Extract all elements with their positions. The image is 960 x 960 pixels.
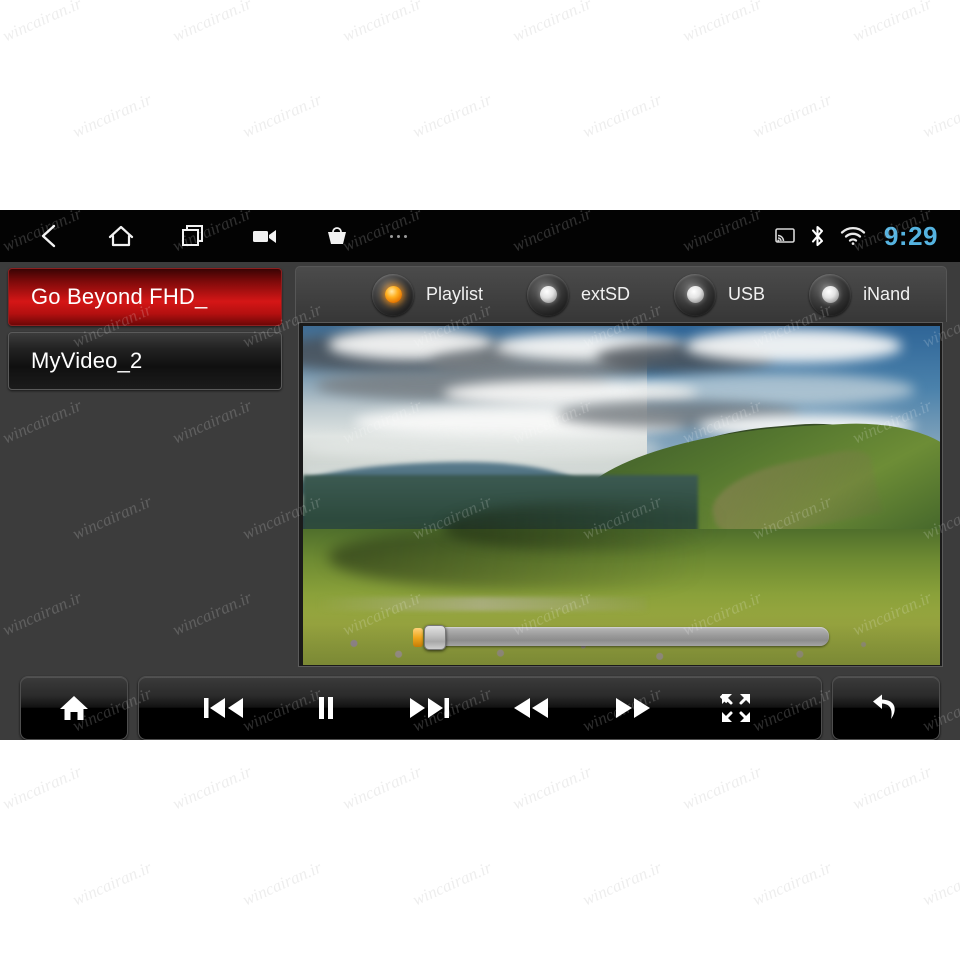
- seek-thumb[interactable]: [424, 625, 446, 650]
- home-icon: [60, 696, 88, 720]
- next-track-icon: [409, 698, 449, 718]
- watermark-text: wincairan.ir: [849, 0, 935, 46]
- watermark-text: wincairan.ir: [509, 761, 595, 814]
- watermark-text: wincairan.ir: [169, 761, 255, 814]
- video-seek-bar[interactable]: [411, 625, 829, 650]
- dot: [390, 234, 393, 238]
- video-surface[interactable]: [303, 326, 940, 665]
- watermark-text: wincairan.ir: [409, 857, 495, 910]
- page-root: wincairan.ir wincairan.ir wincairan.ir winc…: [0, 0, 960, 960]
- source-option-usb[interactable]: USB: [674, 273, 766, 316]
- watermark-text: wincairan.ir: [339, 761, 425, 814]
- seek-track[interactable]: [429, 627, 829, 646]
- watermark-text: wincairan.ir: [579, 89, 665, 142]
- watermark-text: wincairan.ir: [509, 0, 595, 46]
- transport-controls: [138, 676, 822, 740]
- watermark-text: wincairan.ir: [69, 857, 155, 910]
- dot: [404, 234, 407, 238]
- pause-icon: [319, 697, 334, 719]
- playlist-item-1[interactable]: MyVideo_2: [8, 332, 282, 390]
- basket-icon[interactable]: [318, 217, 356, 255]
- watermark-text: wincairan.ir: [69, 89, 155, 142]
- previous-track-icon: [204, 698, 244, 718]
- watermark-text: wincairan.ir: [919, 857, 960, 910]
- watermark-text: wincairan.ir: [679, 761, 765, 814]
- watermark-text: wincairan.ir: [409, 89, 495, 142]
- android-status-bar: 9:29: [0, 210, 960, 262]
- watermark-text: wincairan.ir: [239, 89, 325, 142]
- rewind-icon: [514, 698, 549, 718]
- source-label: extSD: [581, 284, 631, 304]
- watermark-text: wincairan.ir: [169, 0, 255, 46]
- home-button[interactable]: [20, 676, 128, 740]
- watermark-text: wincairan.ir: [919, 89, 960, 142]
- playlist-item-label: Go Beyond FHD_: [31, 284, 208, 309]
- radio-led-icon: [809, 273, 852, 316]
- watermark-text: wincairan.ir: [749, 857, 835, 910]
- return-arrow-icon: [873, 694, 895, 719]
- more-icon[interactable]: [390, 210, 407, 262]
- camcorder-icon[interactable]: [246, 217, 284, 255]
- radio-led-icon: [674, 273, 717, 316]
- watermark-text: wincairan.ir: [339, 0, 425, 46]
- radio-led-icon: [372, 273, 414, 316]
- source-option-inand[interactable]: iNand: [809, 273, 911, 316]
- fast-forward-button[interactable]: [604, 680, 662, 736]
- bluetooth-icon: [809, 224, 826, 248]
- watermark-text: wincairan.ir: [239, 857, 325, 910]
- source-option-playlist[interactable]: Playlist: [372, 273, 484, 316]
- fullscreen-icon: [719, 694, 750, 722]
- fullscreen-button[interactable]: [707, 680, 765, 736]
- watermark-text: wincairan.ir: [0, 0, 85, 46]
- back-icon[interactable]: [30, 217, 68, 255]
- playlist-item-label: MyVideo_2: [31, 348, 143, 373]
- recents-icon[interactable]: [174, 217, 212, 255]
- watermark-text: wincairan.ir: [749, 89, 835, 142]
- source-option-extsd[interactable]: extSD: [527, 273, 631, 316]
- watermark-text: wincairan.ir: [679, 0, 765, 46]
- player-control-bar: [0, 676, 960, 740]
- watermark-text: wincairan.ir: [849, 761, 935, 814]
- back-button[interactable]: [832, 676, 940, 740]
- android-nav-icons: [30, 210, 356, 262]
- status-clock: 9:29: [883, 220, 938, 251]
- meadow-shadow: [443, 502, 724, 550]
- wifi-icon: [840, 226, 866, 246]
- watermark-text: wincairan.ir: [579, 857, 665, 910]
- source-label: USB: [728, 284, 766, 304]
- next-track-button[interactable]: [400, 680, 458, 736]
- screencast-icon: [775, 227, 795, 245]
- home-icon[interactable]: [102, 217, 140, 255]
- source-label: iNand: [863, 284, 911, 304]
- dot: [397, 234, 400, 238]
- seek-progress-fill: [413, 628, 423, 647]
- source-selector-bar: Playlist extSD USB iNand: [295, 266, 947, 322]
- video-frame: [298, 322, 943, 667]
- pause-button[interactable]: [297, 680, 355, 736]
- device-screen: 9:29 Go Beyond FHD_ MyVideo_2 Playlist e…: [0, 210, 960, 740]
- rewind-button[interactable]: [502, 680, 560, 736]
- cloud: [685, 329, 902, 364]
- fast-forward-icon: [616, 698, 651, 718]
- playlist-sidebar: Go Beyond FHD_ MyVideo_2: [0, 262, 290, 675]
- status-indicators: 9:29: [775, 210, 938, 262]
- radio-led-icon: [527, 273, 570, 316]
- watermark-text: wincairan.ir: [0, 761, 85, 814]
- playlist-item-0[interactable]: Go Beyond FHD_: [8, 268, 282, 326]
- previous-track-button[interactable]: [195, 680, 253, 736]
- media-panel: Playlist extSD USB iNand: [295, 262, 947, 675]
- source-label: Playlist: [426, 284, 484, 304]
- rock-line: [315, 597, 647, 611]
